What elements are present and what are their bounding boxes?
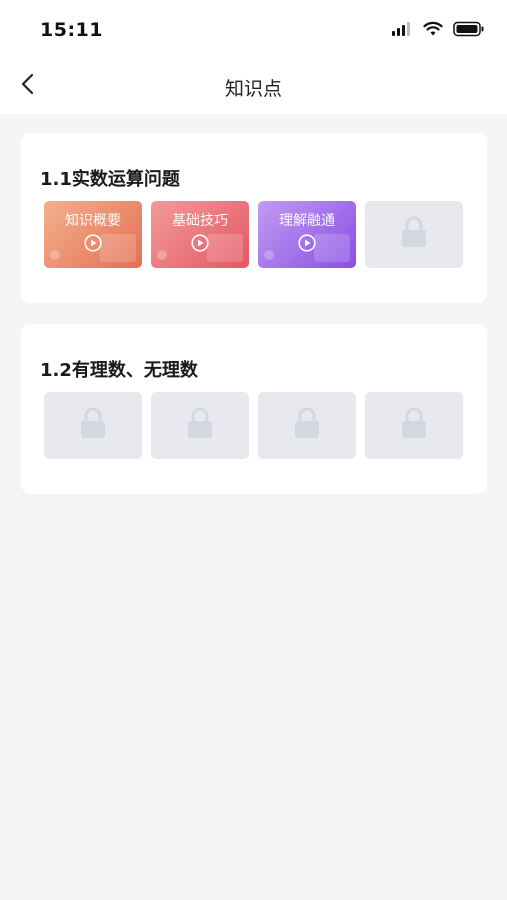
lock-icon xyxy=(293,406,321,440)
lock-icon xyxy=(400,406,428,440)
tile-understanding[interactable]: 理解融通 xyxy=(258,201,356,268)
tile-locked[interactable] xyxy=(44,392,142,459)
lock-icon xyxy=(400,215,428,249)
status-time: 15:11 xyxy=(40,19,103,41)
tile-decoration xyxy=(264,250,274,260)
section-card-2: 1.2有理数、无理数 xyxy=(21,324,487,494)
tile-label: 基础技巧 xyxy=(172,213,228,229)
battery-icon xyxy=(453,21,485,41)
section-title: 1.2有理数、无理数 xyxy=(40,360,198,381)
tile-decoration xyxy=(207,234,243,262)
section-title: 1.1实数运算问题 xyxy=(40,169,180,190)
tile-row: 知识概要 基础技巧 理解融通 xyxy=(44,201,463,268)
play-icon xyxy=(298,234,316,252)
status-bar: 15:11 xyxy=(0,0,507,60)
nav-bar: 知识点 xyxy=(0,60,507,114)
lock-icon xyxy=(79,406,107,440)
tile-locked[interactable] xyxy=(365,392,463,459)
wifi-icon xyxy=(423,21,443,41)
tile-label: 知识概要 xyxy=(65,213,121,229)
tile-basic-skills[interactable]: 基础技巧 xyxy=(151,201,249,268)
tile-label: 理解融通 xyxy=(279,213,335,229)
page-title: 知识点 xyxy=(224,78,282,100)
tile-locked[interactable] xyxy=(258,392,356,459)
signal-icon xyxy=(391,21,413,41)
play-icon xyxy=(191,234,209,252)
tile-knowledge-overview[interactable]: 知识概要 xyxy=(44,201,142,268)
tile-row xyxy=(44,392,463,459)
section-card-1: 1.1实数运算问题 知识概要 基础技巧 理解融通 xyxy=(21,133,487,303)
tile-decoration xyxy=(157,250,167,260)
tile-decoration xyxy=(100,234,136,262)
tile-locked[interactable] xyxy=(365,201,463,268)
tile-decoration xyxy=(314,234,350,262)
status-icons xyxy=(391,20,485,42)
tile-locked[interactable] xyxy=(151,392,249,459)
tile-decoration xyxy=(50,250,60,260)
lock-icon xyxy=(186,406,214,440)
play-icon xyxy=(84,234,102,252)
